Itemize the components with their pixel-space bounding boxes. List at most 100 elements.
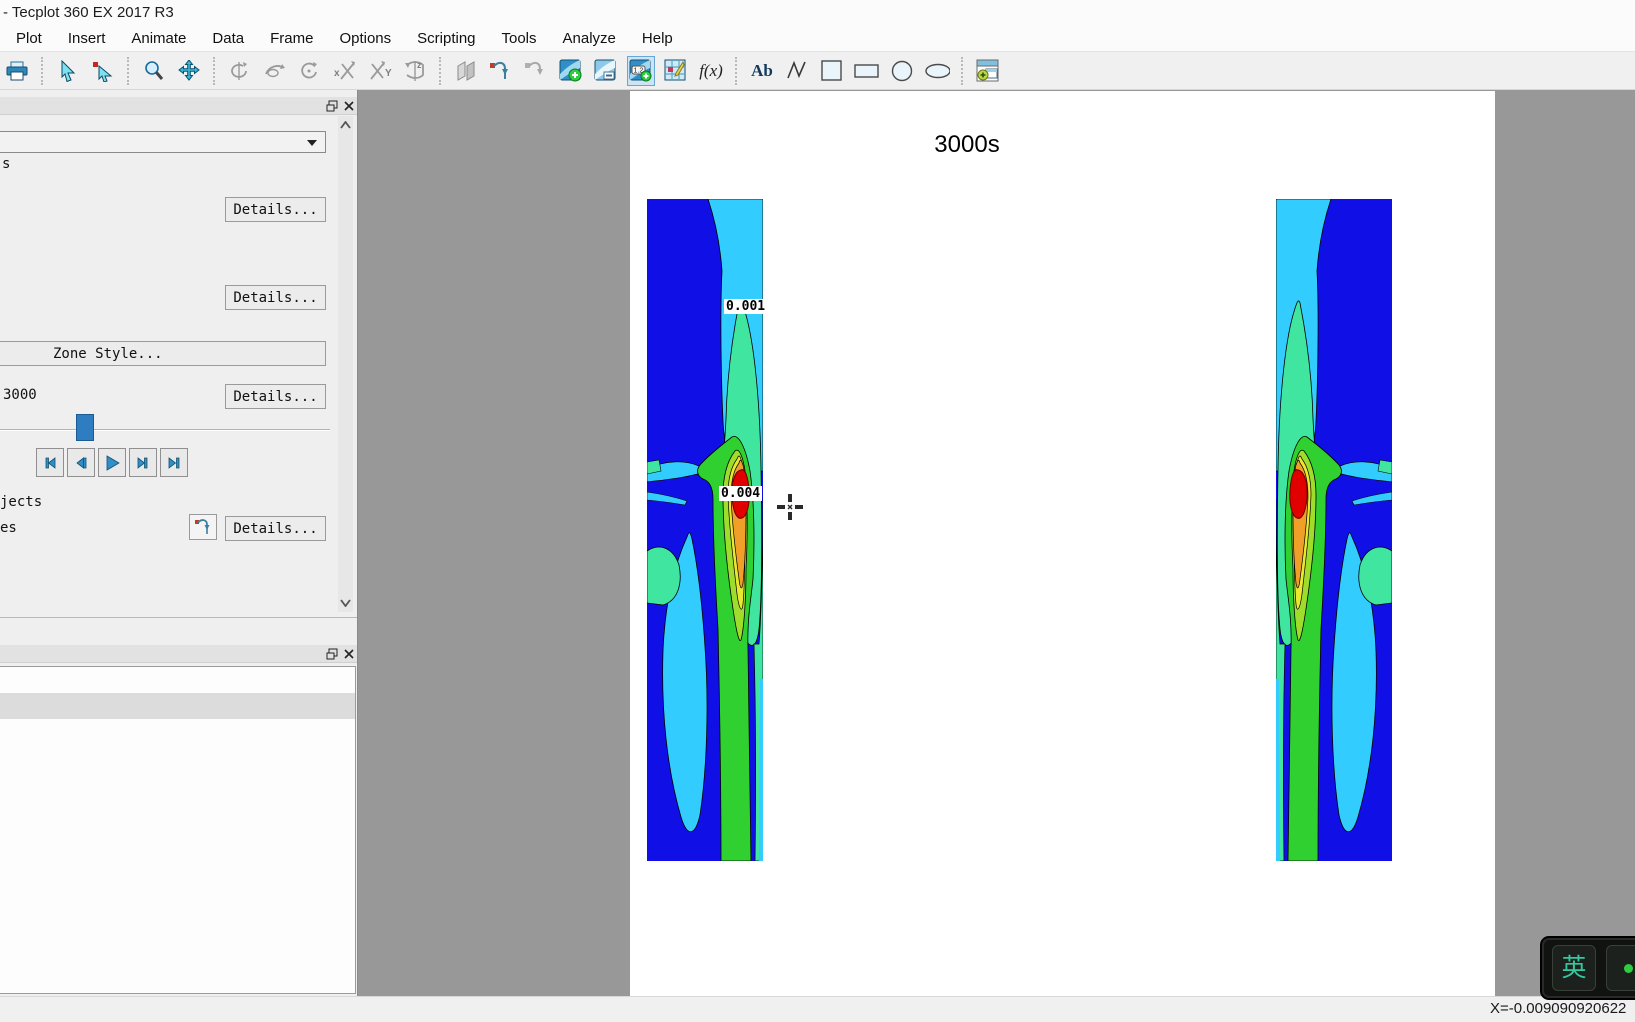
slice-tool-button[interactable] (452, 56, 480, 86)
toolbar-separator (735, 56, 740, 85)
play-button[interactable] (98, 448, 126, 477)
contour-label-0004: 0.004 (719, 486, 763, 501)
sidebar-panel-header[interactable] (0, 97, 357, 115)
text-tool-button[interactable]: Ab (748, 56, 776, 86)
toolbar-separator (41, 56, 46, 85)
time-slider-track[interactable] (0, 429, 330, 431)
ellipse-tool-button[interactable] (923, 56, 951, 86)
pointer-icon (61, 59, 76, 82)
plot-title: 3000s (934, 131, 1000, 158)
printer-icon (6, 61, 28, 80)
remove-contour-level-icon (594, 59, 616, 80)
chevron-down-icon (307, 140, 317, 146)
status-bar: X=-0.009090920622 (0, 996, 1635, 1022)
rotate-z-icon: z (405, 60, 424, 81)
ime-language-key[interactable]: 英 (1552, 945, 1596, 991)
panel-divider (0, 617, 357, 618)
zoom-tool-button[interactable] (140, 56, 168, 86)
step-forward-button[interactable] (129, 448, 157, 477)
go-to-first-button[interactable] (36, 448, 64, 477)
menu-analyze[interactable]: Analyze (563, 30, 616, 47)
add-streamtrace-icon (490, 61, 508, 79)
adjustor-icon (93, 61, 113, 82)
new-frame-button[interactable] (974, 56, 1002, 86)
contour-details-button[interactable]: Details... (225, 197, 326, 222)
menu-options[interactable]: Options (339, 30, 391, 47)
menu-data[interactable]: Data (212, 30, 244, 47)
rotate-rollerball-button[interactable] (261, 56, 289, 86)
menu-tools[interactable]: Tools (502, 30, 537, 47)
rotate-twist-button[interactable] (296, 56, 324, 86)
derived-objects-label: jects (0, 494, 43, 510)
rotate-z-button[interactable]: z (401, 56, 429, 86)
ime-status-dot-icon (1623, 963, 1633, 973)
scroll-up-icon[interactable] (339, 118, 352, 132)
go-to-last-button[interactable] (160, 448, 188, 477)
circle-icon (891, 60, 913, 81)
time-details-button[interactable]: Details... (225, 384, 326, 409)
toolbar-separator (439, 56, 444, 85)
cursor-coordinate-readout: X=-0.009090920622 (1490, 1000, 1627, 1017)
streamtrace-details-button[interactable]: Details... (225, 516, 326, 541)
add-streamtrace-button[interactable] (487, 56, 515, 86)
rectangle-tool-button[interactable] (853, 56, 881, 86)
remove-contour-level-button[interactable] (592, 56, 620, 86)
float-panel-icon[interactable] (326, 648, 338, 660)
add-contour-level-button[interactable] (557, 56, 585, 86)
time-slider-handle[interactable] (76, 414, 94, 441)
vector-details-button[interactable]: Details... (225, 285, 326, 310)
add-contour-label-button[interactable]: 1.2 (627, 55, 655, 86)
select-tool-button[interactable] (54, 56, 82, 86)
fx-icon: f(x) (699, 60, 723, 80)
ime-indicator[interactable]: 英 (1540, 936, 1635, 1000)
rotate-x-button[interactable]: x (331, 56, 359, 86)
streamtraces-label: es (0, 520, 17, 536)
close-panel-icon[interactable] (343, 648, 355, 660)
scroll-down-icon[interactable] (339, 596, 352, 610)
magnifier-icon (145, 60, 164, 80)
bottom-panel-row (0, 693, 355, 719)
svg-text:x: x (334, 68, 340, 79)
float-panel-icon[interactable] (326, 100, 338, 112)
menu-insert[interactable]: Insert (68, 30, 106, 47)
square-tool-button[interactable] (818, 56, 846, 86)
toolbar-separator (961, 56, 966, 85)
step-back-button[interactable] (67, 448, 95, 477)
menu-frame[interactable]: Frame (270, 30, 313, 47)
ime-status-key[interactable] (1606, 945, 1635, 991)
circle-tool-button[interactable] (888, 56, 916, 86)
ellipse-icon (925, 63, 950, 78)
menu-help[interactable]: Help (642, 30, 673, 47)
bottom-panel-header[interactable] (0, 645, 357, 663)
rotate-y-icon: Y (370, 60, 392, 80)
polyline-tool-button[interactable] (783, 56, 811, 86)
rectangle-icon (854, 63, 879, 78)
sidebar-scrollbar[interactable] (338, 116, 353, 612)
toolbar-separator (127, 56, 132, 85)
toolbar: x Y z 1.2 f(x) Ab (0, 52, 1635, 90)
adjustor-tool-button[interactable] (89, 56, 117, 86)
menu-animate[interactable]: Animate (131, 30, 186, 47)
new-frame-icon (976, 59, 999, 81)
translate-tool-button[interactable] (175, 56, 203, 86)
ime-mode-label: 英 (1561, 953, 1587, 982)
zone-layers-label: s (2, 156, 11, 172)
bottom-panel-body[interactable] (0, 666, 356, 994)
print-button[interactable] (3, 56, 31, 86)
rotate-x-icon: x (334, 60, 355, 80)
menu-plot[interactable]: Plot (16, 30, 42, 47)
left-dock-area: s Details... Details... Zone Style... 30… (0, 90, 358, 996)
zone-style-button[interactable]: Zone Style... (0, 341, 326, 366)
rotate-y-button[interactable]: Y (366, 56, 394, 86)
close-panel-icon[interactable] (343, 100, 355, 112)
streamtrace-button-icon (195, 519, 210, 534)
rotate-spherical-button[interactable] (226, 56, 254, 86)
rotate-twist-icon (301, 61, 317, 78)
plot-type-dropdown[interactable] (0, 131, 326, 153)
streamtrace-placement-button[interactable] (189, 514, 217, 540)
function-tool-button[interactable]: f(x) (697, 56, 725, 86)
grid-edit-button[interactable] (662, 56, 690, 86)
contour-plot-right[interactable] (1275, 198, 1393, 862)
menu-scripting[interactable]: Scripting (417, 30, 475, 47)
remove-streamtrace-button[interactable] (522, 56, 550, 86)
